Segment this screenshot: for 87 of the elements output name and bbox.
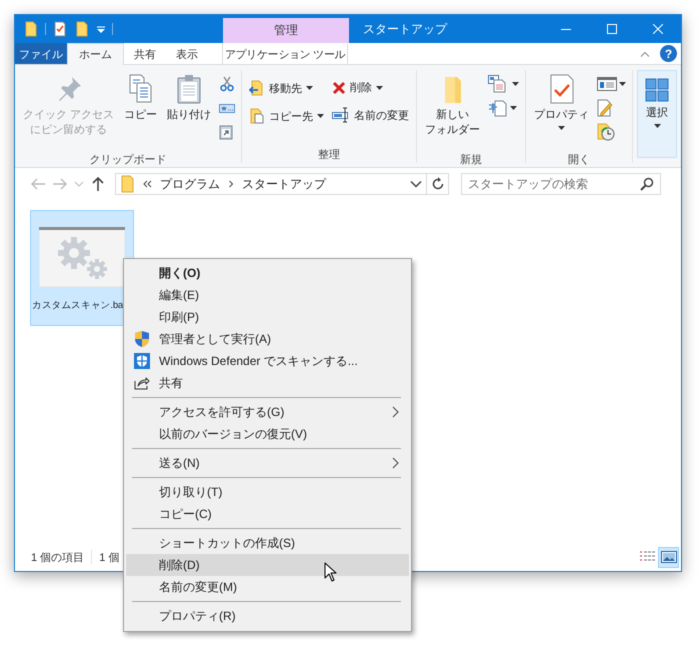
caret-icon	[558, 126, 566, 130]
menu-item[interactable]: 以前のバージョンの復元(V)	[126, 423, 409, 445]
context-tab-group-label: 管理	[223, 18, 349, 43]
chevron-right-icon	[228, 180, 234, 188]
paste-button[interactable]: 貼り付け	[163, 70, 216, 148]
document-check-icon	[52, 21, 68, 37]
ribbon-group-label: 整理	[318, 149, 340, 161]
caret-icon	[512, 82, 520, 86]
menu-item[interactable]: ショートカットの作成(S)	[126, 532, 409, 554]
new-item-button[interactable]	[486, 74, 522, 94]
shield-icon	[134, 330, 150, 348]
ribbon-tab[interactable]: 表示	[166, 43, 208, 64]
chevron-down-icon	[410, 180, 422, 188]
chevron-right-icon	[392, 457, 399, 469]
forward-arrow-icon	[52, 177, 68, 191]
shield-icon	[134, 353, 150, 369]
maximize-icon	[607, 24, 617, 34]
help-button[interactable]: ?	[660, 45, 677, 62]
chevron-right-icon	[392, 406, 399, 418]
refresh-button[interactable]	[427, 173, 449, 195]
back-arrow-icon	[30, 177, 46, 191]
menu-item[interactable]: 削除(D)	[126, 554, 409, 576]
menu-item[interactable]: アクセスを許可する(G)	[126, 401, 409, 423]
folder-icon	[74, 21, 90, 37]
large-icons-view-icon	[660, 550, 676, 564]
folder-icon	[23, 21, 39, 37]
folder-arrow-icon	[249, 80, 266, 96]
rename-icon	[332, 107, 350, 123]
double-chevron-icon	[142, 180, 152, 188]
select-button[interactable]: 選択	[637, 70, 678, 158]
menu-item[interactable]: 名前の変更(M)	[126, 576, 409, 598]
scissors-icon	[219, 76, 236, 92]
menu-item[interactable]: 共有	[126, 372, 409, 394]
pencil-icon	[597, 99, 614, 117]
caret-icon	[510, 106, 518, 110]
copy-to-button[interactable]: コピー先	[246, 106, 328, 126]
grid-icon	[644, 76, 670, 102]
caret-down-icon	[74, 181, 84, 187]
menu-item[interactable]: Windows Defender でスキャンする...	[126, 350, 409, 372]
ribbon-tab[interactable]: ホーム	[67, 43, 124, 65]
copy-button[interactable]: コピー	[120, 70, 162, 148]
ribbon-group-label: 新規	[460, 154, 482, 166]
rename-button[interactable]: 名前の変更	[329, 105, 412, 125]
search-field[interactable]: スタートアップの検索	[461, 173, 661, 195]
open-button[interactable]	[595, 74, 628, 94]
delete-button[interactable]: 削除	[329, 78, 412, 97]
caret-icon	[654, 124, 661, 128]
caret-icon	[317, 114, 324, 118]
refresh-icon	[430, 177, 444, 191]
window-title: スタートアップ	[363, 20, 447, 38]
shortcut-icon	[219, 124, 234, 140]
ribbon-tab[interactable]: アプリケーション ツール	[222, 43, 348, 64]
selection-count: 1 個	[99, 550, 120, 564]
close-icon	[653, 24, 663, 34]
path-icon	[219, 102, 236, 114]
menu-item[interactable]: 切り取り(T)	[126, 481, 409, 503]
caret-icon	[306, 86, 314, 90]
up-arrow-icon	[91, 176, 105, 192]
delete-icon	[332, 80, 346, 94]
ribbon-group-label: 開く	[568, 154, 590, 166]
menu-item[interactable]: 管理者として実行(A)	[126, 328, 409, 350]
chevron-up-icon	[640, 50, 650, 56]
caret-icon	[619, 82, 626, 86]
large-icons-view-button[interactable]	[658, 546, 679, 568]
caret-icon	[376, 86, 384, 90]
pointer-icon	[324, 562, 337, 582]
file-item[interactable]: カスタムスキャン.ba	[30, 210, 134, 326]
easy-access-icon	[488, 99, 508, 117]
history-icon	[597, 123, 616, 141]
folder-copy-icon	[249, 108, 266, 124]
menu-item[interactable]: コピー(C)	[126, 503, 409, 525]
move-to-button[interactable]: 移動先	[246, 78, 328, 98]
item-count: 1 個の項目	[31, 550, 84, 564]
folder-icon	[120, 175, 136, 193]
menu-item[interactable]: 送る(N)	[126, 452, 409, 474]
properties-button[interactable]: プロパティ	[530, 70, 594, 148]
menu-item[interactable]: プロパティ(R)	[126, 605, 409, 627]
breadcrumb-item[interactable]: プログラム	[158, 176, 222, 192]
search-icon	[640, 177, 654, 191]
window-icon	[597, 76, 618, 92]
breadcrumb-item[interactable]: スタートアップ	[240, 176, 328, 192]
ribbon-tab[interactable]: 共有	[124, 43, 166, 64]
ribbon-tab[interactable]: ファイル	[15, 43, 67, 64]
share-icon	[134, 376, 150, 390]
address-field[interactable]: プログラム スタートアップ	[115, 173, 427, 195]
new-folder-button[interactable]: 新しい フォルダー	[421, 70, 484, 148]
ribbon-group-label: クリップボード	[90, 154, 167, 166]
